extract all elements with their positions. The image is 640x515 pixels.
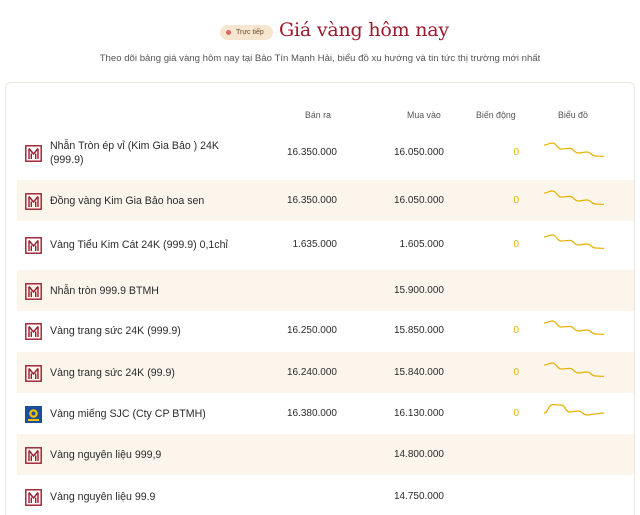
table-row[interactable]: Vàng miếng SJC (Cty CP BTMH) 16.380.000 16… [17,393,634,434]
page-title: Giá vàng hôm nay [279,19,449,41]
trend-sparkline[interactable] [542,188,606,212]
sparkline-path [543,234,605,249]
table-row[interactable]: Nhẫn tròn 999.9 BTMH 15.900.000 [17,270,634,311]
product-name: Vàng nguyên liệu 999,9 [50,448,162,461]
sell-price [237,476,337,515]
table-row[interactable]: Đồng vàng Kim Gia Bảo hoa sen 16.350.000 1… [17,180,634,221]
btmh-logo-icon [25,365,42,382]
live-dot-icon [226,30,231,35]
sparkline-path [543,362,605,377]
price-change [487,476,519,515]
product-name: Vàng miếng SJC (Cty CP BTMH) [50,407,206,420]
buy-price: 15.840.000 [393,367,444,378]
live-badge: Trực tiếp [220,25,273,40]
column-change: Biến động [476,110,516,120]
sjc-logo-icon [25,406,42,423]
price-change: 0 [513,239,519,250]
page-header: Trực tiếp Giá vàng hôm nay Theo dõi bảng… [0,0,640,78]
sell-price: 16.240.000 [286,367,337,378]
product-name: Nhẫn Tròn ép vỉ (Kim Gia Bảo ) 24K (999.… [50,139,219,166]
sell-price: 16.350.000 [286,195,337,206]
price-table-card: Bán ra Mua vào Biến động Biểu đồ Nhẫn Tr… [5,82,635,515]
trend-sparkline[interactable] [542,232,606,256]
trend-sparkline[interactable] [542,318,606,342]
trend-sparkline[interactable] [542,401,606,425]
product-name: Vàng Tiểu Kim Cát 24K (999.9) 0,1chỉ [50,238,228,251]
buy-price: 15.850.000 [393,325,444,336]
table-row[interactable]: Vàng trang sức 24K (999.9) 16.250.000 15.8… [17,310,634,351]
sell-price [237,270,337,311]
product-name: Vàng nguyên liệu 99.9 [50,490,156,503]
column-chart: Biểu đồ [558,110,588,120]
btmh-logo-icon [25,323,42,340]
sparkline-path [543,142,605,157]
page-subtitle: Theo dõi bảng giá vàng hôm nay tại Bảo T… [99,53,541,64]
table-row[interactable]: Nhẫn Tròn ép vỉ (Kim Gia Bảo ) 24K (999.… [17,132,634,173]
product-name: Đồng vàng Kim Gia Bảo hoa sen [50,194,205,207]
buy-price: 16.050.000 [393,147,444,158]
buy-price: 14.800.000 [393,449,444,460]
table-header: Bán ra Mua vào Biến động Biểu đồ [6,110,634,124]
btmh-logo-icon [25,237,42,254]
btmh-logo-icon [25,145,42,162]
sell-price: 16.350.000 [286,147,337,158]
buy-price: 15.900.000 [393,285,444,296]
table-row[interactable]: Vàng Tiểu Kim Cát 24K (999.9) 0,1chỉ 1.63… [17,224,634,265]
product-name: Vàng trang sức 24K (99.9) [50,366,175,379]
column-buy: Mua vào [407,110,441,120]
price-change: 0 [513,147,519,158]
sell-price: 16.250.000 [286,325,337,336]
price-change: 0 [513,408,519,419]
table-row[interactable]: Vàng nguyên liệu 999,9 14.800.000 [17,434,634,475]
price-change: 0 [513,195,519,206]
table-row[interactable]: Vàng trang sức 24K (99.9) 16.240.000 15.84… [17,352,634,393]
buy-price: 16.050.000 [393,195,444,206]
sell-price [237,434,337,475]
buy-price: 1.605.000 [399,239,445,250]
product-name: Vàng trang sức 24K (999.9) [50,324,181,337]
price-change: 0 [513,325,519,336]
table-row[interactable]: Vàng nguyên liệu 99.9 14.750.000 [17,476,634,515]
price-change [487,434,519,475]
price-change [487,270,519,311]
sell-price: 1.635.000 [292,239,338,250]
btmh-logo-icon [25,283,42,300]
btmh-logo-icon [25,447,42,464]
btmh-logo-icon [25,193,42,210]
product-name: Nhẫn tròn 999.9 BTMH [50,284,159,297]
live-label: Trực tiếp [236,29,264,36]
buy-price: 14.750.000 [393,491,444,502]
price-change: 0 [513,367,519,378]
column-sell: Bán ra [305,110,331,120]
sparkline-path [543,190,605,205]
trend-sparkline[interactable] [542,360,606,384]
trend-sparkline[interactable] [542,140,606,164]
sparkline-path [543,320,605,335]
buy-price: 16.130.000 [393,408,444,419]
btmh-logo-icon [25,489,42,506]
sell-price: 16.380.000 [286,408,337,419]
sparkline-path [543,403,605,416]
